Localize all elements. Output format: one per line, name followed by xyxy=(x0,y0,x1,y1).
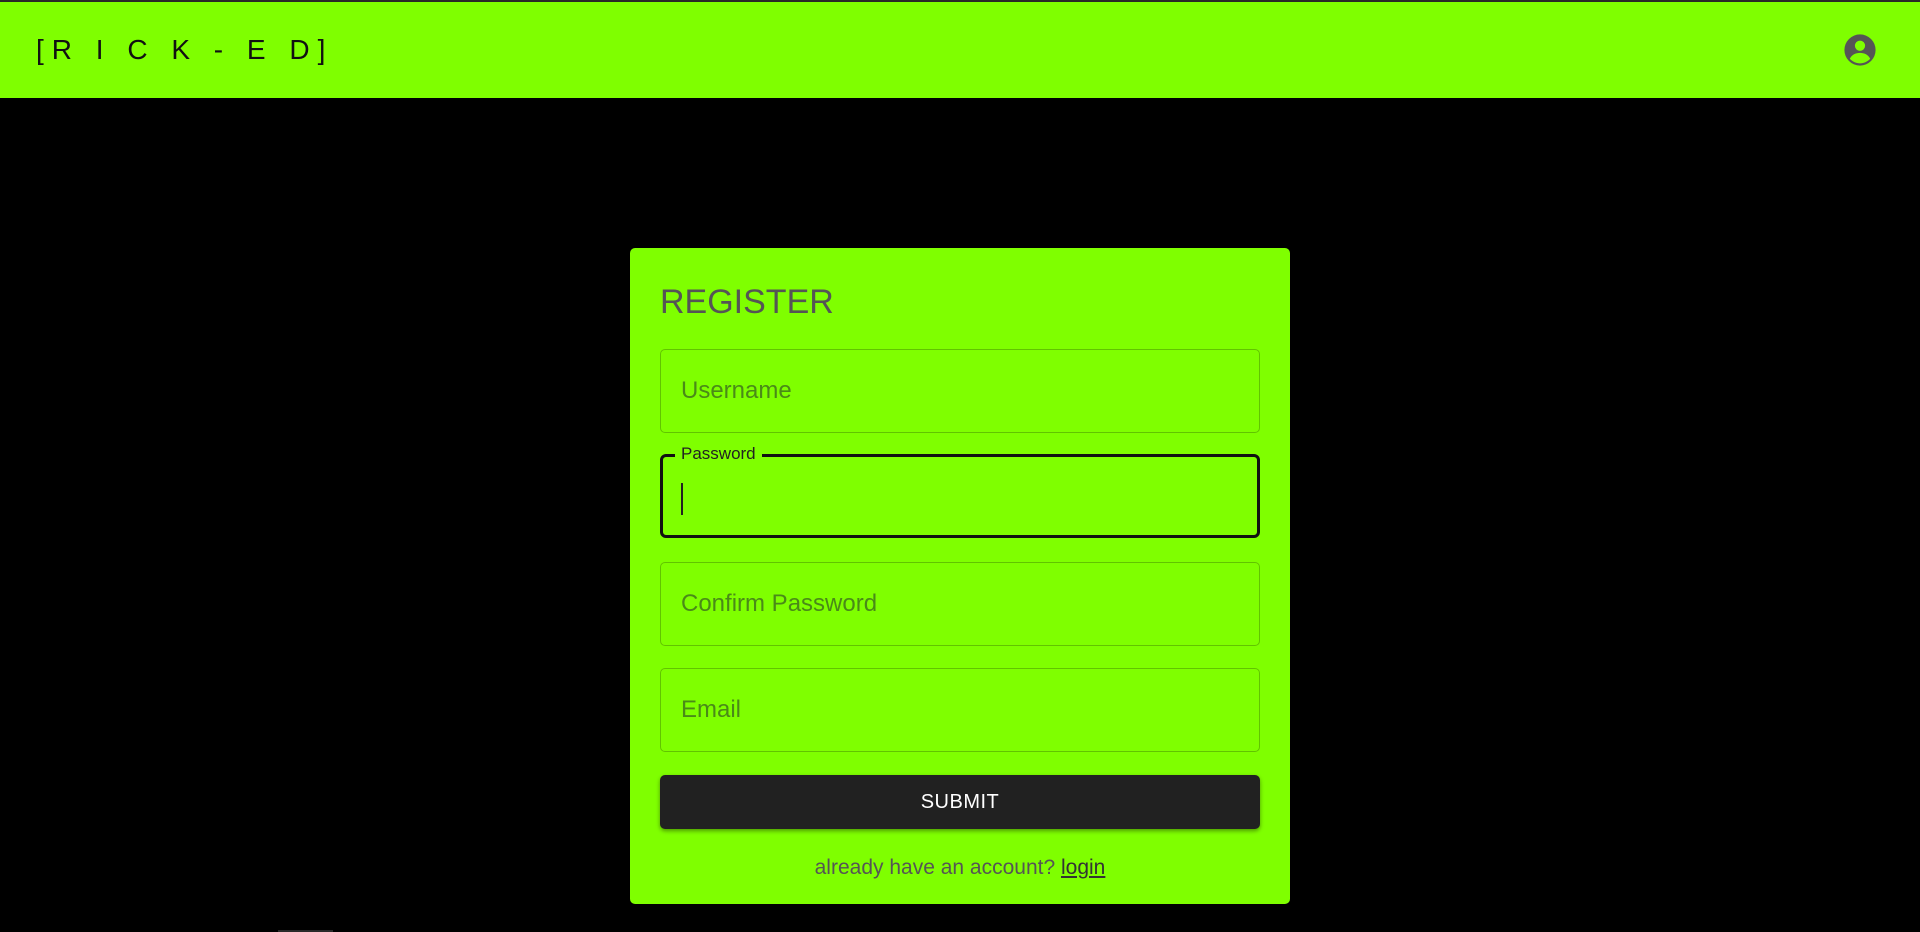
app-bar: [R I C K - E D] xyxy=(0,2,1920,98)
login-link[interactable]: login xyxy=(1061,856,1105,879)
password-field[interactable]: Password xyxy=(660,444,1260,538)
text-cursor xyxy=(681,483,683,515)
login-prompt-text: already have an account? xyxy=(814,856,1056,879)
confirm-password-field[interactable]: Confirm Password xyxy=(660,562,1260,646)
email-placeholder: Email xyxy=(681,696,742,723)
email-field[interactable]: Email xyxy=(660,668,1260,752)
account-circle-icon xyxy=(1844,34,1876,66)
register-card: REGISTER Username Password Confirm Passw… xyxy=(630,248,1290,904)
password-label: Password xyxy=(675,444,762,464)
register-title: REGISTER xyxy=(660,283,834,321)
account-button[interactable] xyxy=(1842,32,1878,68)
username-field[interactable]: Username xyxy=(660,349,1260,433)
login-prompt: already have an account? login xyxy=(630,854,1290,882)
submit-button[interactable]: SUBMIT xyxy=(660,775,1260,829)
username-placeholder: Username xyxy=(681,377,792,404)
confirm-password-placeholder: Confirm Password xyxy=(681,590,878,617)
brand-logo[interactable]: [R I C K - E D] xyxy=(36,32,333,68)
